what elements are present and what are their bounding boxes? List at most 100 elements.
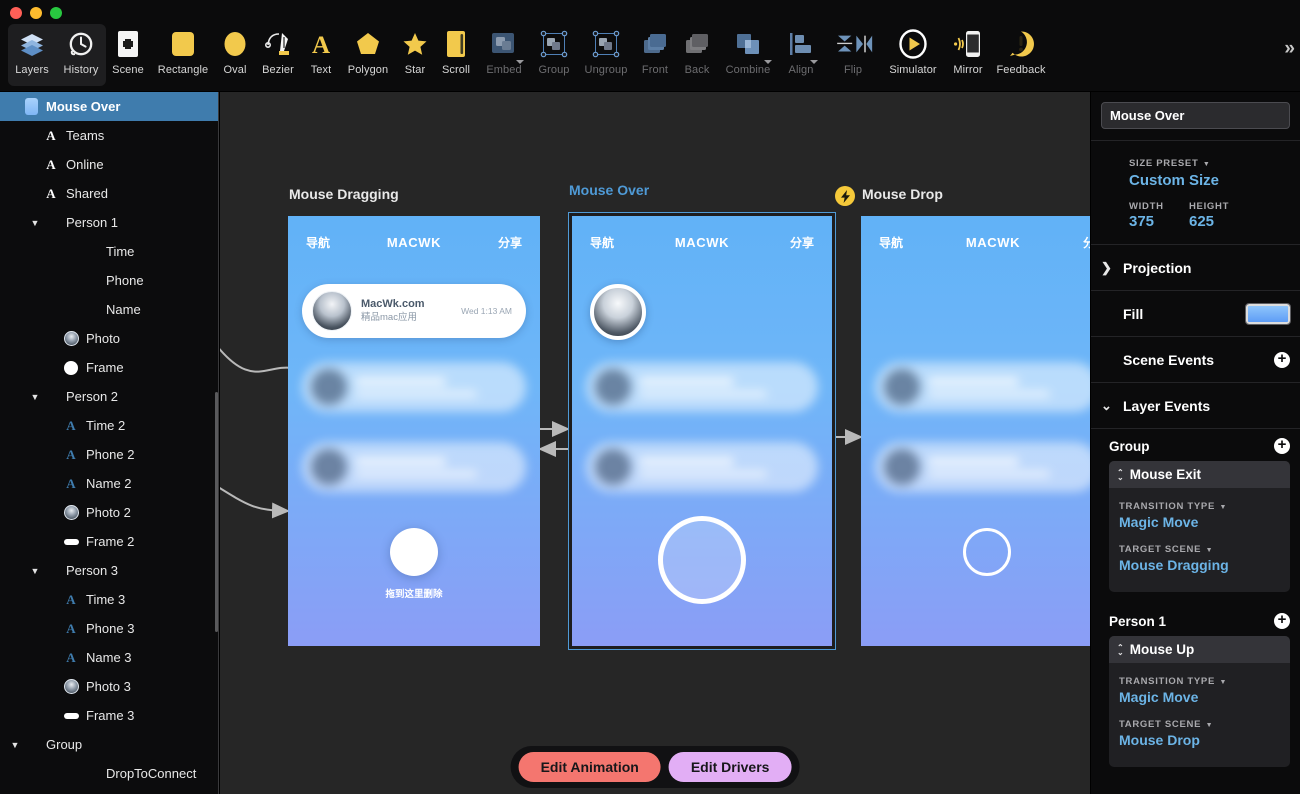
layer-row-mouse-over[interactable]: Mouse Over <box>0 92 219 121</box>
nav-right-label[interactable]: 分 <box>1083 234 1090 251</box>
toolbar-button-scroll[interactable]: Scroll <box>434 24 478 86</box>
toolbar-button-front[interactable]: Front <box>634 24 676 86</box>
layer-twisty-icon[interactable]: ▼ <box>28 218 42 228</box>
layer-row-time-3[interactable]: ATime 3 <box>0 585 219 614</box>
event-type-selector[interactable]: ⌃⌄ Mouse Up <box>1109 636 1290 663</box>
layers-sidebar[interactable]: Mouse OverATeamsAOnlineAShared▼Person 1T… <box>0 92 220 794</box>
zoom-window-button[interactable] <box>50 7 62 19</box>
add-layer-event-button[interactable]: + <box>1274 438 1290 454</box>
phone-preview[interactable]: 导航 MACWK 分享 MacWk.com 精品mac应用 Wed 1:13 A… <box>288 216 540 646</box>
toolbar-button-text[interactable]: AText <box>302 24 340 86</box>
dropdown-triangle-icon[interactable] <box>516 60 524 64</box>
list-item[interactable] <box>586 442 818 492</box>
list-item[interactable] <box>302 442 526 492</box>
fill-color-swatch[interactable] <box>1246 304 1290 324</box>
list-item[interactable] <box>875 362 1090 412</box>
layer-row-person-1[interactable]: ▼Person 1 <box>0 208 219 237</box>
dragged-avatar[interactable] <box>590 284 646 340</box>
toolbar-button-feedback[interactable]: Feedback <box>992 24 1050 86</box>
layer-events-section-header[interactable]: ⌄ Layer Events <box>1091 383 1300 429</box>
toolbar-button-oval[interactable]: Oval <box>216 24 254 86</box>
scene-title[interactable]: Mouse Dragging <box>289 186 399 202</box>
target-scene-row[interactable]: TARGET SCENE ▼ Mouse Drop <box>1119 714 1280 748</box>
layer-row-photo[interactable]: Photo <box>0 324 219 353</box>
width-field[interactable]: WIDTH 375 <box>1129 201 1189 230</box>
toolbar-button-combine[interactable]: Combine <box>718 24 778 86</box>
layer-row-name[interactable]: Name <box>0 295 219 324</box>
drop-target-circle[interactable] <box>390 528 438 576</box>
toolbar-button-flip[interactable]: Flip <box>824 24 882 86</box>
scene-title[interactable]: Mouse Over <box>569 182 649 198</box>
layer-row-frame-2[interactable]: Frame 2 <box>0 527 219 556</box>
dropdown-triangle-icon[interactable] <box>764 60 772 64</box>
scene-card-mouse-dragging[interactable]: Mouse Dragging 导航 MACWK 分享 MacWk.com 精品m… <box>288 216 540 646</box>
edit-animation-button[interactable]: Edit Animation <box>519 752 661 782</box>
nav-right-label[interactable]: 分享 <box>498 234 522 251</box>
width-value[interactable]: 375 <box>1129 213 1189 230</box>
add-layer-event-button[interactable]: + <box>1274 613 1290 629</box>
toolbar-button-align[interactable]: Align <box>778 24 824 86</box>
scene-canvas[interactable]: Mouse Dragging 导航 MACWK 分享 MacWk.com 精品m… <box>220 92 1090 794</box>
nav-left-label[interactable]: 导航 <box>879 234 903 251</box>
layer-row-name-2[interactable]: AName 2 <box>0 469 219 498</box>
toolbar-button-simulator[interactable]: Simulator <box>882 24 944 86</box>
transition-type-value[interactable]: Magic Move <box>1119 514 1280 530</box>
toolbar-button-rectangle[interactable]: Rectangle <box>150 24 216 86</box>
layer-row-phone[interactable]: Phone <box>0 266 219 295</box>
minimize-window-button[interactable] <box>30 7 42 19</box>
layer-row-online[interactable]: AOnline <box>0 150 219 179</box>
height-value[interactable]: 625 <box>1189 213 1249 230</box>
toolbar-button-scene[interactable]: Scene <box>106 24 150 86</box>
nav-right-label[interactable]: 分享 <box>790 234 814 251</box>
toolbar-button-polygon[interactable]: Polygon <box>340 24 396 86</box>
layer-row-frame-3[interactable]: Frame 3 <box>0 701 219 730</box>
target-scene-row[interactable]: TARGET SCENE ▼ Mouse Dragging <box>1119 539 1280 573</box>
layer-row-phone-2[interactable]: APhone 2 <box>0 440 219 469</box>
nav-left-label[interactable]: 导航 <box>590 234 614 251</box>
scene-title[interactable]: Mouse Drop <box>862 186 943 202</box>
layer-row-photo-2[interactable]: Photo 2 <box>0 498 219 527</box>
layer-twisty-icon[interactable]: ▼ <box>8 740 22 750</box>
target-scene-value[interactable]: Mouse Drop <box>1119 732 1280 748</box>
toolbar-button-layers[interactable]: Layers <box>8 24 56 86</box>
layer-row-teams[interactable]: ATeams <box>0 121 219 150</box>
drop-target-circle[interactable] <box>658 516 746 604</box>
transition-type-value[interactable]: Magic Move <box>1119 689 1280 705</box>
sidebar-scrollbar[interactable] <box>215 392 218 632</box>
layer-row-time[interactable]: Time <box>0 237 219 266</box>
target-scene-value[interactable]: Mouse Dragging <box>1119 557 1280 573</box>
size-preset-value[interactable]: Custom Size <box>1129 172 1300 189</box>
layer-row-person-3[interactable]: ▼Person 3 <box>0 556 219 585</box>
nav-left-label[interactable]: 导航 <box>306 234 330 251</box>
layer-row-frame[interactable]: Frame <box>0 353 219 382</box>
list-item[interactable] <box>586 362 818 412</box>
toolbar-button-mirror[interactable]: Mirror <box>944 24 992 86</box>
phone-preview[interactable]: 导航 MACWK 分享 <box>572 216 832 646</box>
size-preset-row[interactable]: SIZE PRESET ▼ Custom Size <box>1091 153 1300 189</box>
contact-card[interactable]: MacWk.com 精品mac应用 Wed 1:13 AM <box>302 284 526 338</box>
layer-row-person-2[interactable]: ▼Person 2 <box>0 382 219 411</box>
toolbar-button-embed[interactable]: Embed <box>478 24 530 86</box>
stepper-icon[interactable]: ⌃⌄ <box>1117 645 1124 655</box>
toolbar-button-group[interactable]: Group <box>530 24 578 86</box>
list-item[interactable] <box>302 362 526 412</box>
layer-row-photo-3[interactable]: Photo 3 <box>0 672 219 701</box>
layer-row-droptoconnect[interactable]: DropToConnect <box>0 759 219 788</box>
toolbar-button-bezier[interactable]: Bezier <box>254 24 302 86</box>
layer-row-time-2[interactable]: ATime 2 <box>0 411 219 440</box>
phone-preview[interactable]: 导航 MACWK 分 <box>861 216 1090 646</box>
layer-row-name-3[interactable]: AName 3 <box>0 643 219 672</box>
toolbar-button-back[interactable]: Back <box>676 24 718 86</box>
layer-row-group[interactable]: ▼Group <box>0 730 219 759</box>
toolbar-button-star[interactable]: Star <box>396 24 434 86</box>
scene-name-input[interactable]: Mouse Over <box>1101 102 1290 129</box>
toolbar-button-history[interactable]: History <box>56 24 106 86</box>
layer-row-phone-3[interactable]: APhone 3 <box>0 614 219 643</box>
layer-twisty-icon[interactable]: ▼ <box>28 566 42 576</box>
add-scene-event-button[interactable]: + <box>1274 352 1290 368</box>
layer-row-shared[interactable]: AShared <box>0 179 219 208</box>
list-item[interactable] <box>875 442 1090 492</box>
edit-drivers-button[interactable]: Edit Drivers <box>669 752 792 782</box>
projection-section-header[interactable]: ❯ Projection <box>1091 245 1300 291</box>
event-type-selector[interactable]: ⌃⌄ Mouse Exit <box>1109 461 1290 488</box>
